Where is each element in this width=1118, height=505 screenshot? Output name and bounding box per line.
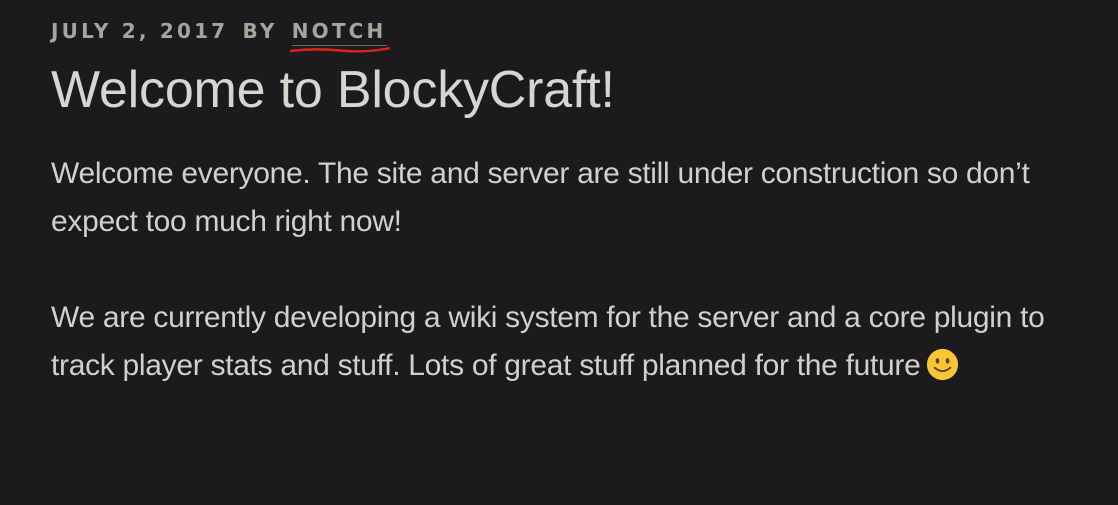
author-link[interactable]: NOTCH	[289, 19, 390, 53]
post-meta: JULY 2, 2017 BY NOTCH	[51, 14, 1111, 53]
post-content: Welcome everyone. The site and server ar…	[51, 150, 1111, 390]
by-label: BY	[242, 19, 278, 43]
paragraph-1: Welcome everyone. The site and server ar…	[51, 157, 1030, 238]
blog-post: JULY 2, 2017 BY NOTCH Welcome to BlockyC…	[51, 14, 1111, 438]
slightly-smiling-face-icon	[927, 348, 959, 381]
author-name: NOTCH	[291, 19, 387, 43]
post-date[interactable]: JULY 2, 2017	[51, 19, 228, 43]
paragraph-2: We are currently developing a wiki syste…	[51, 294, 1111, 390]
spellcheck-underline	[289, 46, 390, 53]
post-title[interactable]: Welcome to BlockyCraft!	[51, 52, 1111, 128]
paragraph-2-text: We are currently developing a wiki syste…	[51, 301, 1045, 382]
